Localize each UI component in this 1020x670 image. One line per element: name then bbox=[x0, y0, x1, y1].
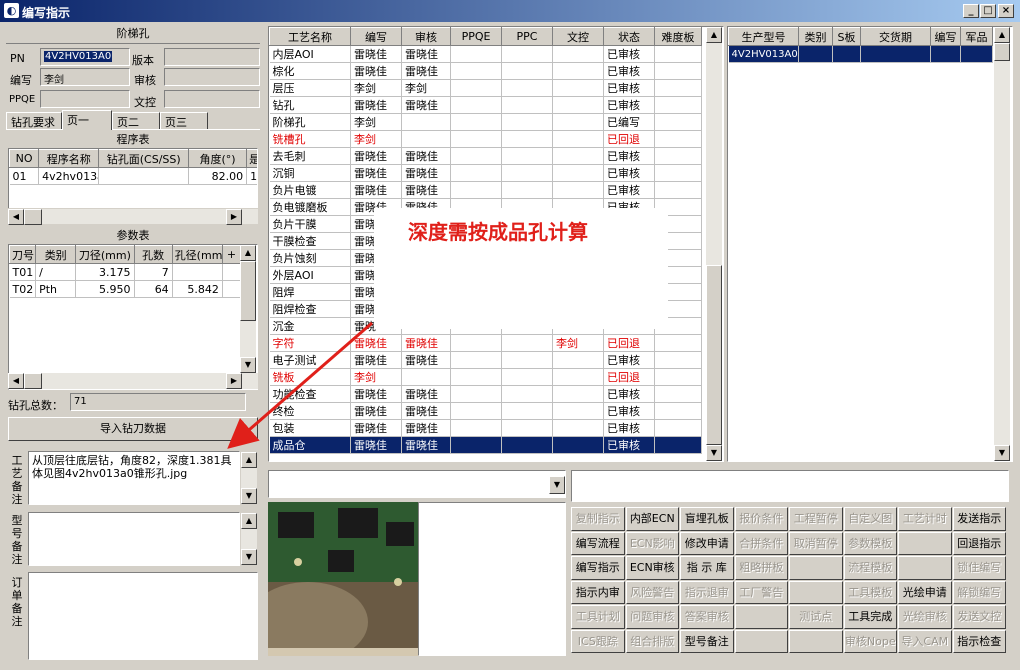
action-button[interactable]: 内部ECN bbox=[625, 507, 679, 531]
action-button[interactable]: 指示内审 bbox=[571, 580, 625, 604]
action-button[interactable]: 复制指示 bbox=[571, 507, 625, 531]
action-button[interactable]: 修改申请 bbox=[680, 531, 734, 555]
preview-area bbox=[418, 502, 566, 656]
action-button[interactable]: 工程暂停 bbox=[789, 507, 843, 531]
pcb-photo-image bbox=[268, 502, 418, 656]
empty-button[interactable] bbox=[898, 556, 952, 580]
action-button[interactable]: 光绘申请 bbox=[898, 580, 952, 604]
action-button[interactable]: 参数模板 bbox=[843, 531, 897, 555]
action-button[interactable]: 组合排版 bbox=[625, 629, 679, 653]
action-button[interactable]: 审核Nope bbox=[843, 629, 897, 653]
scroll-up-icon[interactable]: ▲ bbox=[994, 27, 1010, 43]
empty-button[interactable] bbox=[734, 629, 788, 653]
table-cell: 4V2HV013A0 bbox=[728, 45, 799, 63]
table-cell bbox=[960, 45, 993, 63]
file-combobox[interactable]: ▼ bbox=[268, 470, 566, 498]
scroll-down-icon[interactable]: ▼ bbox=[994, 445, 1010, 461]
dropdown-arrow-icon[interactable]: ▼ bbox=[549, 476, 565, 494]
action-button[interactable]: 光绘审核 bbox=[898, 605, 952, 629]
action-button[interactable]: 粗略拼板 bbox=[734, 556, 788, 580]
model-col-header[interactable]: 编写 bbox=[930, 27, 961, 46]
action-button[interactable]: 工厂警告 bbox=[734, 580, 788, 604]
empty-button[interactable] bbox=[789, 629, 843, 653]
action-button[interactable]: 锁住编写 bbox=[952, 556, 1006, 580]
model-col-header[interactable]: S板 bbox=[832, 27, 861, 46]
model-vscrollbar[interactable]: ▲ ▼ bbox=[994, 27, 1010, 461]
action-button[interactable]: 编写流程 bbox=[571, 531, 625, 555]
table-cell bbox=[832, 45, 861, 63]
table-cell bbox=[798, 45, 833, 63]
action-button[interactable]: 测试点 bbox=[789, 605, 843, 629]
tab-page-1[interactable]: 页一 bbox=[62, 110, 112, 130]
empty-button[interactable] bbox=[789, 556, 843, 580]
action-button[interactable]: 风险警告 bbox=[625, 580, 679, 604]
action-button[interactable]: ECN审核 bbox=[625, 556, 679, 580]
action-button[interactable]: 工具模板 bbox=[843, 580, 897, 604]
action-button[interactable]: 问题审核 bbox=[625, 605, 679, 629]
action-button[interactable]: 答案审核 bbox=[680, 605, 734, 629]
model-col-header[interactable]: 军品 bbox=[960, 27, 993, 46]
action-button[interactable]: 导入CAM bbox=[898, 629, 952, 653]
action-button[interactable]: 取消暂停 bbox=[789, 531, 843, 555]
action-button[interactable]: 解锁编写 bbox=[952, 580, 1006, 604]
action-button[interactable]: 指示检查 bbox=[952, 629, 1006, 653]
empty-button[interactable] bbox=[898, 531, 952, 555]
action-button[interactable]: 工具完成 bbox=[843, 605, 897, 629]
model-col-header[interactable]: 生产型号 bbox=[728, 27, 799, 46]
action-button[interactable]: 报价条件 bbox=[734, 507, 788, 531]
model-row[interactable]: 4V2HV013A0 bbox=[728, 45, 993, 63]
table-cell bbox=[930, 45, 961, 63]
action-button[interactable]: 编写指示 bbox=[571, 556, 625, 580]
action-button[interactable]: ICS跟踪 bbox=[571, 629, 625, 653]
empty-button[interactable] bbox=[734, 605, 788, 629]
model-col-header[interactable]: 类别 bbox=[798, 27, 833, 46]
scroll-thumb[interactable] bbox=[994, 43, 1010, 61]
action-button-grid: 复制指示 内部ECN 盲埋孔板 报价条件 工程暂停 自定义图 工艺计时 发送指示编写流程 ECN… bbox=[571, 507, 1011, 657]
message-field[interactable] bbox=[571, 470, 1009, 502]
action-button[interactable]: 合拼条件 bbox=[734, 531, 788, 555]
action-button[interactable]: 指 示 库 bbox=[680, 556, 734, 580]
action-button[interactable]: 发送文控 bbox=[952, 605, 1006, 629]
action-button[interactable]: 流程模板 bbox=[843, 556, 897, 580]
action-button[interactable]: 工艺计时 bbox=[898, 507, 952, 531]
pcb-photo bbox=[268, 502, 418, 656]
action-button[interactable]: 回退指示 bbox=[952, 531, 1006, 555]
empty-button[interactable] bbox=[789, 580, 843, 604]
model-col-header[interactable]: 交货期 bbox=[860, 27, 931, 46]
action-button[interactable]: 工具计划 bbox=[571, 605, 625, 629]
model-table: 生产型号 类别 S板 交货期 编写 军品 4V2HV013A0 bbox=[727, 26, 1013, 462]
table-cell bbox=[860, 45, 931, 63]
action-button[interactable]: 盲埋孔板 bbox=[680, 507, 734, 531]
action-button[interactable]: ECN影响 bbox=[625, 531, 679, 555]
action-button[interactable]: 指示退审 bbox=[680, 580, 734, 604]
action-button[interactable]: 发送指示 bbox=[952, 507, 1006, 531]
action-button[interactable]: 型号备注 bbox=[680, 629, 734, 653]
action-button[interactable]: 自定义图 bbox=[843, 507, 897, 531]
